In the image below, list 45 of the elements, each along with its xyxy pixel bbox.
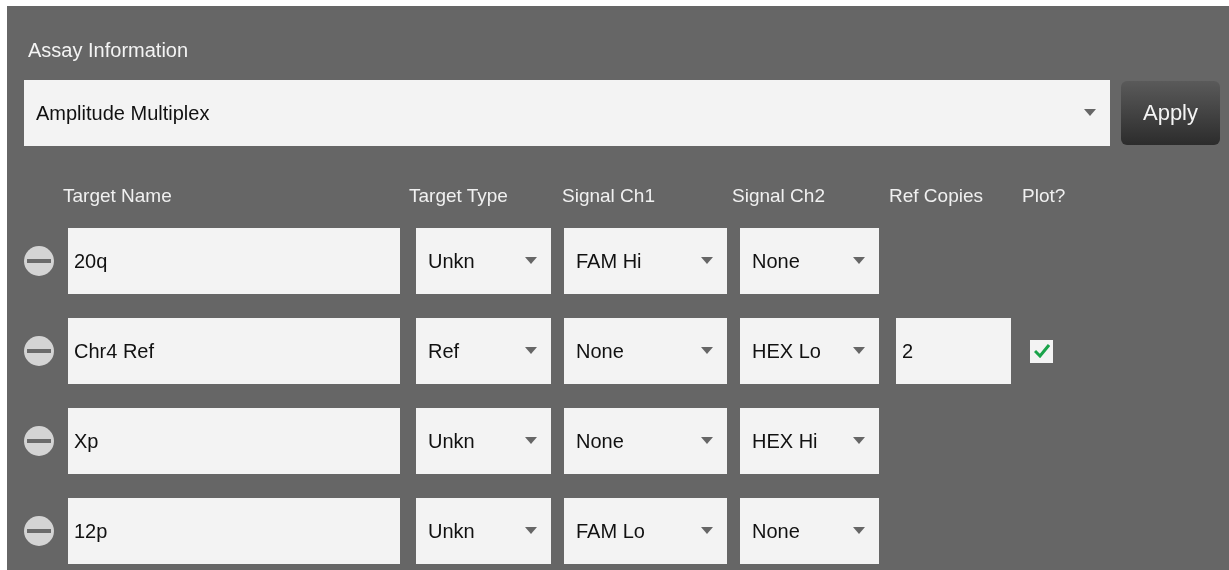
target-type-dropdown[interactable]: Unkn <box>416 498 551 564</box>
ref-copies-field[interactable]: 2 <box>896 318 1011 384</box>
remove-icon[interactable] <box>24 516 54 546</box>
signal-ch2-dropdown[interactable]: None <box>740 228 879 294</box>
caret-icon <box>701 527 713 535</box>
caret-icon <box>525 347 537 355</box>
caret-icon <box>853 527 865 535</box>
section-title: Assay Information <box>27 38 190 63</box>
target-name-field[interactable]: Xp <box>68 408 400 474</box>
signal-ch2-dropdown[interactable]: HEX Lo <box>740 318 879 384</box>
caret-icon <box>701 347 713 355</box>
target-name-field[interactable]: 20q <box>68 228 400 294</box>
remove-icon[interactable] <box>24 426 54 456</box>
caret-icon <box>853 257 865 265</box>
caret-icon <box>525 437 537 445</box>
assay-dropdown[interactable]: Amplitude Multiplex <box>24 80 1110 146</box>
column-header: Plot? <box>1022 185 1067 207</box>
signal-ch2-dropdown[interactable]: None <box>740 498 879 564</box>
target-type-dropdown[interactable]: Unkn <box>416 228 551 294</box>
caret-icon <box>853 347 865 355</box>
column-header: Target Type <box>409 185 509 207</box>
column-header: Signal Ch1 <box>562 185 656 207</box>
signal-ch1-dropdown[interactable]: None <box>564 318 727 384</box>
caret-icon <box>853 437 865 445</box>
target-name-field[interactable]: Chr4 Ref <box>68 318 400 384</box>
caret-icon <box>525 527 537 535</box>
caret-icon <box>701 257 713 265</box>
remove-icon[interactable] <box>24 246 54 276</box>
column-header: Target Name <box>63 185 173 207</box>
apply-button[interactable]: Apply <box>1121 81 1220 145</box>
column-header: Ref Copies <box>889 185 984 207</box>
signal-ch1-dropdown[interactable]: FAM Lo <box>564 498 727 564</box>
caret-icon <box>1084 109 1096 117</box>
target-type-dropdown[interactable]: Ref <box>416 318 551 384</box>
caret-icon <box>701 437 713 445</box>
signal-ch1-dropdown[interactable]: None <box>564 408 727 474</box>
signal-ch1-dropdown[interactable]: FAM Hi <box>564 228 727 294</box>
remove-icon[interactable] <box>24 336 54 366</box>
check-icon <box>1033 344 1050 358</box>
plot-checkbox[interactable] <box>1030 339 1053 363</box>
target-type-dropdown[interactable]: Unkn <box>416 408 551 474</box>
target-name-field[interactable]: 12p <box>68 498 400 564</box>
column-header: Signal Ch2 <box>732 185 826 207</box>
caret-icon <box>525 257 537 265</box>
signal-ch2-dropdown[interactable]: HEX Hi <box>740 408 879 474</box>
